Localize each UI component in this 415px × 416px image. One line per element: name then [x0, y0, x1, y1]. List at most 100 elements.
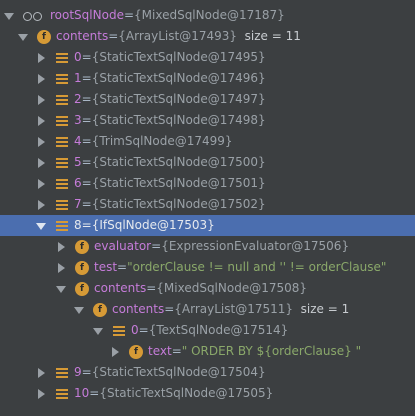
- tree-row-evaluator[interactable]: f evaluator = {ExpressionEvaluator@17506…: [0, 236, 415, 257]
- array-element-icon: [55, 367, 69, 379]
- var-name: 3: [74, 113, 82, 127]
- tree-row-item-6[interactable]: 6 = {StaticTextSqlNode@17501}: [0, 173, 415, 194]
- var-value: {StaticTextSqlNode@17497}: [91, 92, 266, 106]
- separator: =: [89, 386, 100, 400]
- array-element-icon: [55, 94, 69, 106]
- var-name: 7: [74, 197, 82, 211]
- expand-toggle-icon[interactable]: [93, 326, 103, 336]
- collapse-toggle-icon[interactable]: [36, 52, 46, 63]
- separator: =: [81, 134, 92, 148]
- collapse-toggle-icon[interactable]: [36, 367, 46, 378]
- expand-toggle-icon[interactable]: [4, 11, 14, 21]
- array-element-icon: [55, 136, 69, 148]
- collapse-toggle-icon[interactable]: [36, 94, 46, 105]
- separator: =: [81, 155, 92, 169]
- tree-row-item-10[interactable]: 10 = {StaticTextSqlNode@17505}: [0, 383, 415, 404]
- var-name: 1: [74, 71, 82, 85]
- var-value: {ExpressionEvaluator@17506}: [161, 239, 350, 253]
- field-f-icon: f: [75, 239, 89, 254]
- var-value: {TextSqlNode@17514}: [148, 323, 289, 337]
- tree-row-text[interactable]: f text = " ORDER BY ${orderClause} ": [0, 341, 415, 362]
- tree-row-item-9[interactable]: 9 = {StaticTextSqlNode@17504}: [0, 362, 415, 383]
- collapse-toggle-icon[interactable]: [110, 346, 120, 357]
- var-value: {MixedSqlNode@17187}: [134, 8, 285, 22]
- var-name: contents: [56, 29, 109, 43]
- separator: =: [81, 197, 92, 211]
- tree-row-item-1[interactable]: 1 = {StaticTextSqlNode@17496}: [0, 68, 415, 89]
- watch-glasses-icon: [23, 11, 45, 21]
- var-value: {StaticTextSqlNode@17498}: [91, 113, 266, 127]
- collapse-toggle-icon[interactable]: [36, 178, 46, 189]
- array-element-icon: [55, 52, 69, 64]
- tree-row-item-7[interactable]: 7 = {StaticTextSqlNode@17502}: [0, 194, 415, 215]
- var-value: {StaticTextSqlNode@17504}: [91, 365, 266, 379]
- string-value: "orderClause != null and '' != orderClau…: [127, 260, 387, 274]
- var-value: {MixedSqlNode@17508}: [156, 281, 308, 295]
- var-value: {ArrayList@17511}: [174, 302, 294, 316]
- collapse-toggle-icon[interactable]: [36, 136, 46, 147]
- array-element-icon: [55, 157, 69, 169]
- var-name: 0: [131, 323, 139, 337]
- field-f-icon: f: [75, 281, 89, 296]
- var-value: {StaticTextSqlNode@17495}: [91, 50, 266, 64]
- var-value: {StaticTextSqlNode@17501}: [91, 176, 266, 190]
- size-label: size = 1: [300, 302, 350, 316]
- array-element-icon: [55, 199, 69, 211]
- var-name: 6: [74, 176, 82, 190]
- var-name: test: [94, 260, 118, 274]
- field-f-icon: f: [75, 260, 89, 275]
- variables-tree: rootSqlNode = {MixedSqlNode@17187} f con…: [0, 5, 415, 404]
- expand-toggle-icon[interactable]: [36, 221, 46, 231]
- separator: =: [81, 50, 92, 64]
- separator: =: [171, 344, 182, 358]
- tree-row-inner-contents[interactable]: f contents = {ArrayList@17511} size = 1: [0, 299, 415, 320]
- collapse-toggle-icon[interactable]: [56, 241, 66, 252]
- tree-row-item-2[interactable]: 2 = {StaticTextSqlNode@17497}: [0, 89, 415, 110]
- separator: =: [117, 260, 128, 274]
- var-name: 10: [74, 386, 90, 400]
- tree-row-item-3[interactable]: 3 = {StaticTextSqlNode@17498}: [0, 110, 415, 131]
- separator: =: [81, 218, 92, 232]
- var-name: text: [148, 344, 172, 358]
- expand-toggle-icon[interactable]: [74, 305, 84, 315]
- collapse-toggle-icon[interactable]: [36, 388, 46, 399]
- tree-row-item-8-selected[interactable]: 8 = {IfSqlNode@17503}: [0, 215, 415, 236]
- var-value: {StaticTextSqlNode@17505}: [99, 386, 274, 400]
- field-f-icon: f: [37, 29, 51, 44]
- var-name: 8: [74, 218, 82, 232]
- debugger-variables-panel: { "tree": { "root": { "name": "rootSqlNo…: [0, 0, 415, 416]
- collapse-toggle-icon[interactable]: [36, 157, 46, 168]
- field-f-icon: f: [93, 302, 107, 317]
- separator: =: [81, 71, 92, 85]
- tree-row-text-node[interactable]: 0 = {TextSqlNode@17514}: [0, 320, 415, 341]
- var-name: 4: [74, 134, 82, 148]
- collapse-toggle-icon[interactable]: [36, 73, 46, 84]
- var-name: rootSqlNode: [50, 8, 124, 22]
- tree-row-root[interactable]: rootSqlNode = {MixedSqlNode@17187}: [0, 5, 415, 26]
- tree-row-item-5[interactable]: 5 = {StaticTextSqlNode@17500}: [0, 152, 415, 173]
- expand-toggle-icon[interactable]: [56, 284, 66, 294]
- var-name: evaluator: [94, 239, 152, 253]
- separator: =: [108, 29, 119, 43]
- tree-row-item-0[interactable]: 0 = {StaticTextSqlNode@17495}: [0, 47, 415, 68]
- tree-row-item-4[interactable]: 4 = {TrimSqlNode@17499}: [0, 131, 415, 152]
- tree-row-if-contents[interactable]: f contents = {MixedSqlNode@17508}: [0, 278, 415, 299]
- separator: =: [151, 239, 162, 253]
- size-label: size = 11: [244, 29, 301, 43]
- var-name: contents: [112, 302, 165, 316]
- tree-row-test[interactable]: f test = "orderClause != null and '' != …: [0, 257, 415, 278]
- separator: =: [164, 302, 175, 316]
- tree-row-contents[interactable]: f contents = {ArrayList@17493} size = 11: [0, 26, 415, 47]
- separator: =: [81, 92, 92, 106]
- array-element-icon: [55, 388, 69, 400]
- collapse-toggle-icon[interactable]: [36, 115, 46, 126]
- array-element-icon: [55, 178, 69, 190]
- var-value: {TrimSqlNode@17499}: [91, 134, 233, 148]
- expand-toggle-icon[interactable]: [18, 32, 28, 42]
- array-element-icon: [55, 220, 69, 232]
- field-f-icon: f: [129, 344, 143, 359]
- collapse-toggle-icon[interactable]: [36, 199, 46, 210]
- collapse-toggle-icon[interactable]: [56, 262, 66, 273]
- array-element-icon: [55, 115, 69, 127]
- var-name: contents: [94, 281, 147, 295]
